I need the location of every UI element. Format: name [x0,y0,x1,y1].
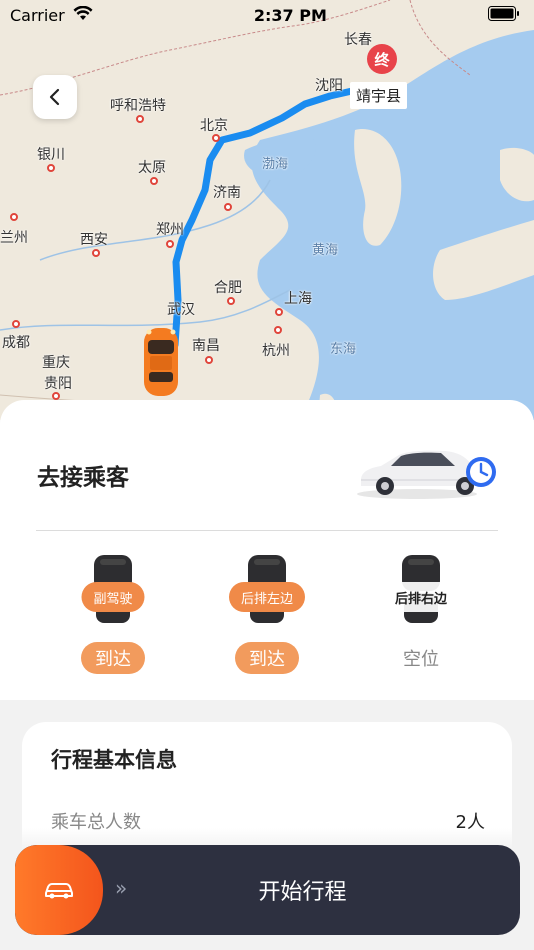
city-dot [12,320,20,328]
city-dot [92,249,100,257]
city-dot [10,213,18,221]
map-city-label: 西安 [80,232,108,248]
map-city-label: 济南 [213,185,241,201]
map-city-label: 上海 [284,291,312,307]
map-sea-label: 渤海 [262,157,289,172]
city-dot [227,297,235,305]
seat-status-badge: 到达 [81,642,145,674]
double-chevron-right-icon: » [115,876,128,900]
city-dot [52,392,60,400]
seat-name-badge: 副驾驶 [81,582,145,612]
map-city-label: 成都 [2,335,30,351]
city-dot [274,326,282,334]
map-sea-label: 黄海 [312,243,339,258]
seat-front-passenger[interactable]: 副驾驶 到达 [53,555,173,685]
destination-pin-icon: 终 [367,44,397,74]
map-city-label: 杭州 [262,343,290,359]
seat-rear-right[interactable]: 后排右边 空位 [361,555,481,685]
driver-car-icon [141,326,181,402]
city-dot [47,164,55,172]
map-city-label: 沈阳 [315,78,343,94]
city-dot [212,134,220,142]
map-city-label: 合肥 [214,280,242,296]
destination-marker[interactable]: 终 [367,44,397,74]
city-dot [275,308,283,316]
start-trip-slider[interactable]: 开始行程 » [15,845,520,935]
slider-handle[interactable] [15,845,103,935]
seat-rear-left[interactable]: 后排左边 到达 [207,555,327,685]
chevron-left-icon [49,88,60,106]
car-clock-icon [355,442,500,506]
sheet-title: 去接乘客 [37,465,129,491]
map-view[interactable]: 长春 沈阳 呼和浩特 北京 银川 太原 渤海 济南 兰州 西安 郑州 黄海 合肥… [0,0,534,420]
trip-sheet: 去接乘客 副驾驶 到达 后排左边 到达 后排右边 空位 [0,400,534,700]
seat-status-badge: 到达 [235,642,299,674]
battery-icon [487,5,520,25]
map-city-label: 呼和浩特 [110,98,166,114]
trip-info-title: 行程基本信息 [51,748,177,772]
map-sea-label: 东海 [330,342,357,357]
car-icon [45,883,73,899]
map-city-label: 贵阳 [44,376,72,392]
city-dot [150,177,158,185]
map-city-label: 银川 [37,147,65,163]
city-dot [224,203,232,211]
destination-label: 靖宇县 [350,82,408,109]
seat-name-badge: 后排左边 [228,582,306,612]
map-city-label: 兰州 [0,230,28,246]
seat-name-badge: 后排右边 [382,582,460,612]
seat-status-badge: 空位 [403,649,439,670]
city-dot [205,356,213,364]
status-bar: Carrier 2:37 PM [0,0,534,30]
map-city-label: 武汉 [167,302,195,318]
clock-time: 2:37 PM [253,5,327,25]
back-button[interactable] [33,75,77,119]
map-city-label: 北京 [200,118,228,134]
wifi-icon [73,5,93,25]
city-dot [166,240,174,248]
map-city-label: 南昌 [192,338,220,354]
map-city-label: 郑州 [156,222,184,238]
carrier-label: Carrier [10,5,65,25]
sheet-divider [36,530,498,531]
map-city-label: 重庆 [42,355,70,371]
map-city-label: 太原 [138,160,166,176]
city-dot [136,115,144,123]
